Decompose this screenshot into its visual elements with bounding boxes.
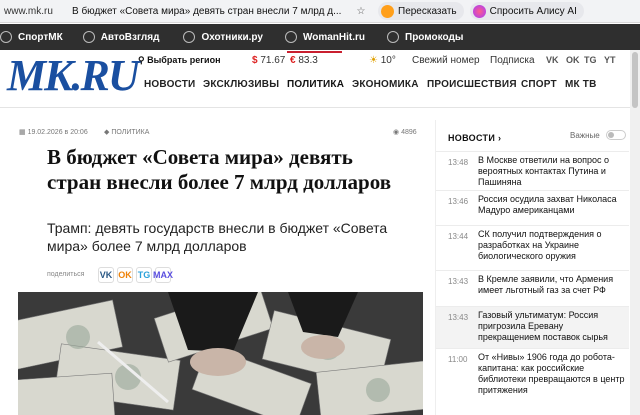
news-headline: СК получил подтверждения о разработках н… [478, 229, 602, 261]
usd-rate: $ 71.67 [252, 55, 285, 66]
money-photo-illustration [18, 292, 423, 415]
eye-icon: ◉ [393, 129, 402, 136]
news-time: 13:48 [448, 158, 469, 167]
category-text: ПОЛИТИКА [111, 129, 150, 136]
news-headline: В Москве ответили на вопрос о вероятных … [478, 155, 610, 187]
retell-button[interactable]: Пересказать [378, 2, 464, 20]
active-nav-indicator [287, 51, 342, 53]
euro-icon: € [290, 55, 296, 66]
url-text[interactable]: www.mk.ru [0, 6, 72, 17]
news-item[interactable]: 13:43 В Кремле заявили, что Армения имее… [436, 270, 629, 306]
date-text: 19.02.2026 в 20:06 [27, 129, 88, 136]
partner-bar: СпортМК АвтоВзгляд Охотники.ру WomanHit.… [0, 24, 640, 50]
news-headline: Россия осудила захват Николаса Мадуро ам… [478, 194, 617, 215]
news-time: 11:00 [448, 355, 468, 364]
calendar-icon: ▦ [19, 129, 28, 136]
promo-icon [387, 31, 400, 43]
nav-sport[interactable]: СПОРТ [521, 79, 557, 90]
news-time: 13:44 [448, 232, 469, 241]
sport-icon [0, 31, 12, 43]
news-item[interactable]: 13:46 Россия осудила захват Николаса Мад… [436, 190, 629, 225]
sidebar-title-text: НОВОСТИ [448, 133, 496, 143]
nav-news[interactable]: НОВОСТИ [144, 79, 195, 90]
region-label: Выбрать регион [147, 55, 221, 65]
news-item[interactable]: 13:44 СК получил подтверждения о разрабо… [436, 225, 629, 270]
site-logo[interactable]: MK.RU [7, 53, 140, 99]
news-sidebar: НОВОСТИ › Важные 13:48 В Москве ответили… [435, 120, 629, 415]
scrollbar-thumb[interactable] [632, 52, 638, 108]
partner-label: СпортМК [18, 31, 63, 43]
weather-value: 10° [380, 55, 396, 66]
news-item[interactable]: 11:00 От «Нивы» 1906 года до робота-капи… [436, 348, 629, 415]
nav-mk-tv[interactable]: МК ТВ [565, 79, 597, 90]
views-text: 4896 [401, 129, 417, 136]
article-lead: Трамп: девять государств внесли в бюджет… [47, 220, 388, 254]
alice-icon [472, 4, 486, 18]
vk-icon[interactable]: VK [546, 55, 559, 65]
share-ok-button[interactable]: OK [117, 267, 133, 283]
article-date: ▦ 19.02.2026 в 20:06 [19, 128, 88, 136]
subscribe-link[interactable]: Подписка [490, 55, 535, 66]
fresh-issue-link[interactable]: Свежий номер [412, 55, 480, 66]
news-time: 13:43 [448, 313, 469, 322]
news-time: 13:46 [448, 197, 469, 206]
retell-label: Пересказать [398, 5, 457, 17]
important-label: Важные [570, 131, 600, 140]
region-selector[interactable]: ⚲ Выбрать регион [138, 55, 221, 66]
partner-link-sport[interactable]: СпортМК [0, 31, 63, 43]
share-vk-button[interactable]: VK [98, 267, 114, 283]
share-telegram-button[interactable]: TG [136, 267, 152, 283]
partner-link-auto[interactable]: АвтоВзгляд [82, 31, 160, 43]
ask-alice-button[interactable]: Спросить Алису AI [469, 2, 584, 20]
nav-politics[interactable]: ПОЛИТИКА [287, 79, 344, 90]
retell-icon [381, 4, 394, 18]
usd-value: 71.67 [260, 55, 286, 66]
news-item[interactable]: 13:48 В Москве ответили на вопрос о веро… [436, 151, 629, 190]
news-item-active[interactable]: 13:43 Газовый ультиматум: Россия пригроз… [436, 306, 629, 348]
youtube-icon[interactable]: YT [604, 55, 616, 65]
partner-label: Промокоды [405, 31, 464, 43]
partner-link-woman[interactable]: WomanHit.ru [284, 31, 366, 43]
share-max-button[interactable]: MAX [153, 267, 173, 283]
woman-icon [284, 31, 297, 43]
partner-link-hunt[interactable]: Охотники.ру [183, 31, 263, 43]
eur-value: 83.3 [298, 55, 318, 66]
location-pin-icon: ⚲ [138, 55, 148, 65]
partner-label: WomanHit.ru [302, 31, 366, 43]
hunt-icon [183, 31, 196, 43]
chevron-right-icon: › [497, 133, 502, 143]
tab-title: В бюджет «Совета мира» девять стран внес… [72, 5, 342, 17]
article-photo [18, 292, 423, 415]
view-count: ◉ 4896 [393, 128, 417, 136]
browser-address-bar: www.mk.ru В бюджет «Совета мира» девять … [0, 0, 640, 23]
important-toggle[interactable] [606, 130, 626, 140]
eur-rate: € 83.3 [290, 55, 318, 66]
share-label: поделиться [47, 271, 85, 278]
star-icon[interactable]: ☆ [352, 6, 370, 17]
news-headline: От «Нивы» 1906 года до робота-капитана: … [478, 352, 625, 395]
telegram-icon[interactable]: TG [584, 55, 597, 65]
sidebar-title[interactable]: НОВОСТИ › [448, 133, 501, 143]
partner-label: Охотники.ру [201, 31, 263, 43]
sun-icon: ☀ [369, 55, 378, 66]
car-icon [82, 31, 95, 43]
nav-economy[interactable]: ЭКОНОМИКА [352, 79, 419, 90]
article-category[interactable]: ◆ ПОЛИТИКА [104, 128, 149, 136]
site-header: MK.RU ⚲ Выбрать регион $ 71.67 € 83.3 ☀ … [0, 50, 640, 108]
nav-exclusives[interactable]: ЭКСКЛЮЗИВЫ [203, 79, 279, 90]
partner-link-promo[interactable]: Промокоды [387, 31, 463, 43]
article-title: В бюджет «Совета мира» девять стран внес… [47, 145, 392, 194]
news-headline: Газовый ультиматум: Россия пригрозила Ер… [478, 310, 608, 342]
ask-alice-label: Спросить Алису AI [489, 5, 577, 17]
weather-widget[interactable]: ☀ 10° [369, 55, 396, 66]
nav-incidents[interactable]: ПРОИСШЕСТВИЯ [427, 79, 517, 90]
news-time: 13:43 [448, 277, 469, 286]
header-divider [0, 107, 640, 108]
ok-icon[interactable]: OK [566, 55, 580, 65]
news-headline: В Кремле заявили, что Армения имеет льго… [478, 274, 614, 295]
partner-label: АвтоВзгляд [100, 31, 160, 43]
dollar-icon: $ [252, 55, 258, 66]
